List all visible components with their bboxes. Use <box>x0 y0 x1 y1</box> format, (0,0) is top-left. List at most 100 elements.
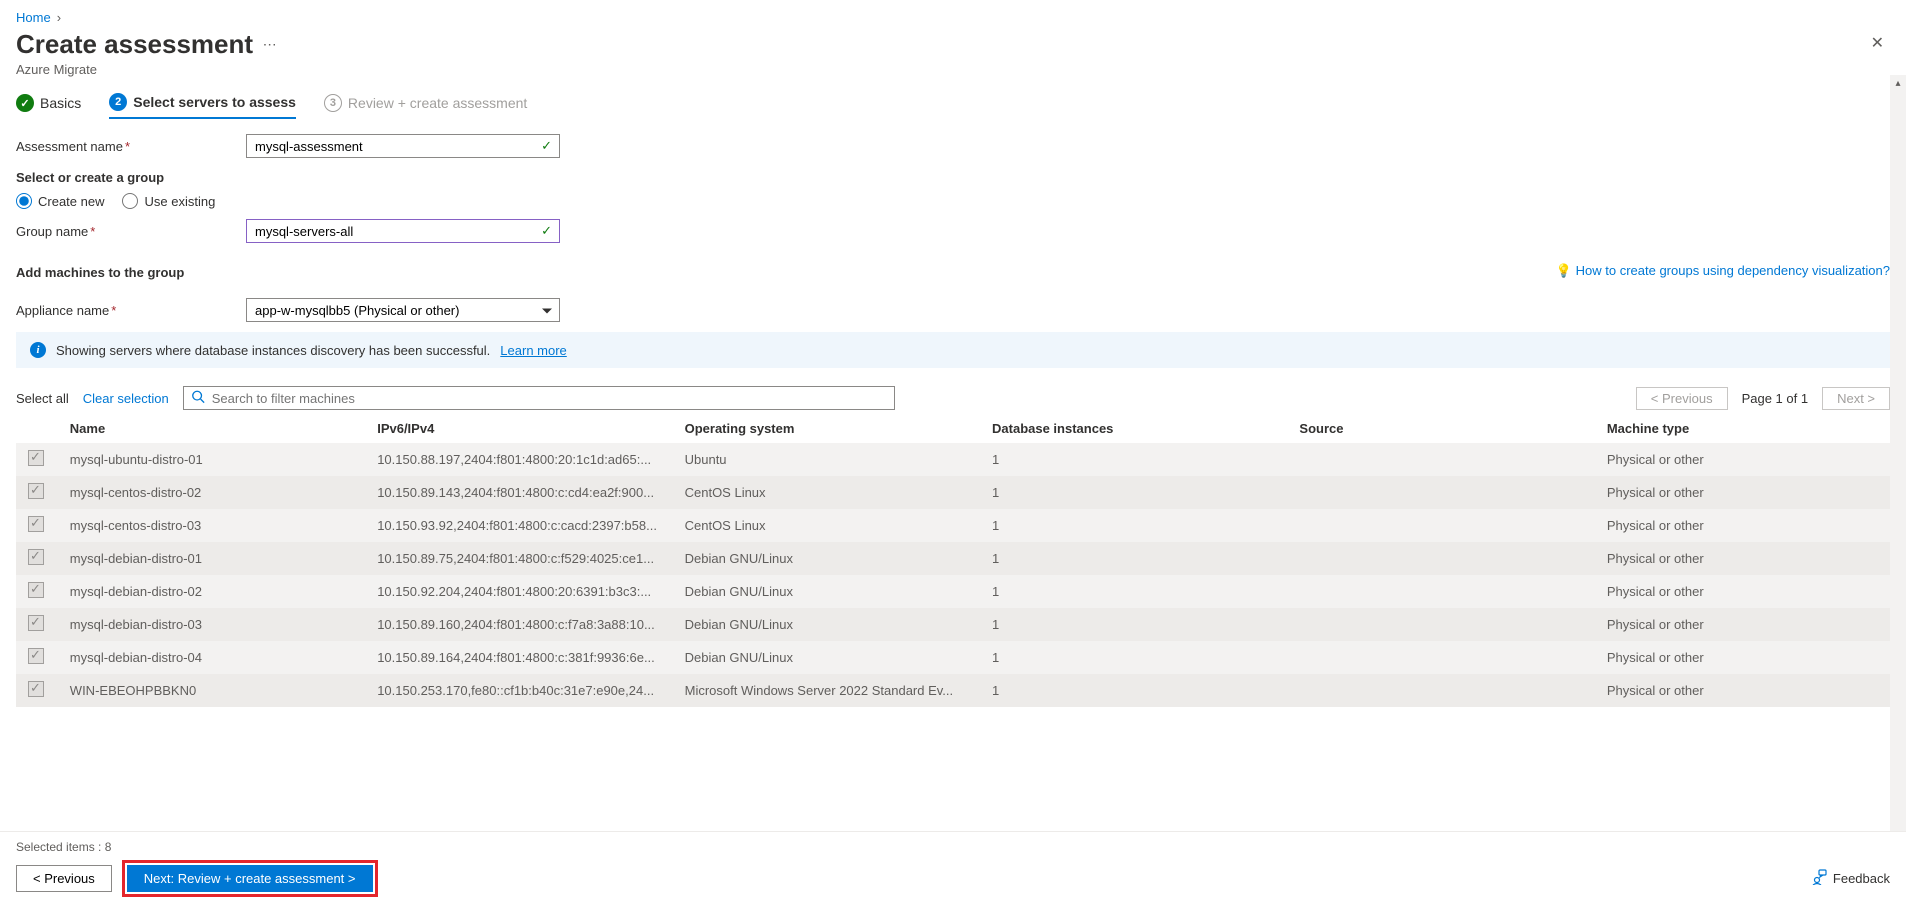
cell-source <box>1287 674 1594 707</box>
cell-name: WIN-EBEOHPBBKN0 <box>58 674 365 707</box>
table-row[interactable]: mysql-debian-distro-02 10.150.92.204,240… <box>16 575 1890 608</box>
step-label: Review + create assessment <box>348 95 527 111</box>
cell-db: 1 <box>980 509 1287 542</box>
cell-source <box>1287 575 1594 608</box>
selected-count: Selected items : 8 <box>16 840 1890 854</box>
check-icon: ✓ <box>541 138 552 154</box>
cell-ip: 10.150.93.92,2404:f801:4800:c:cacd:2397:… <box>365 509 672 542</box>
check-icon: ✓ <box>541 223 552 239</box>
cell-os: Debian GNU/Linux <box>673 608 980 641</box>
scrollbar[interactable]: ▴ ▾ <box>1890 75 1906 905</box>
cell-source <box>1287 476 1594 509</box>
cell-source <box>1287 608 1594 641</box>
learn-more-link[interactable]: Learn more <box>500 343 566 358</box>
feedback-button[interactable]: Feedback <box>1811 869 1890 888</box>
col-source[interactable]: Source <box>1287 414 1594 443</box>
search-input[interactable] <box>183 386 896 410</box>
previous-button[interactable]: < Previous <box>16 865 112 892</box>
step-number: 3 <box>324 94 342 112</box>
row-checkbox[interactable] <box>28 582 44 598</box>
step-review[interactable]: 3 Review + create assessment <box>324 94 527 118</box>
cell-os: Microsoft Windows Server 2022 Standard E… <box>673 674 980 707</box>
cell-db: 1 <box>980 575 1287 608</box>
cell-source <box>1287 443 1594 476</box>
page-info: Page 1 of 1 <box>1742 391 1809 406</box>
cell-type: Physical or other <box>1595 641 1890 674</box>
col-db[interactable]: Database instances <box>980 414 1287 443</box>
row-checkbox[interactable] <box>28 648 44 664</box>
clear-selection-link[interactable]: Clear selection <box>83 391 169 406</box>
table-row[interactable]: mysql-centos-distro-03 10.150.93.92,2404… <box>16 509 1890 542</box>
row-checkbox[interactable] <box>28 516 44 532</box>
info-icon: i <box>30 342 46 358</box>
check-icon: ✓ <box>16 94 34 112</box>
cell-name: mysql-centos-distro-02 <box>58 476 365 509</box>
row-checkbox[interactable] <box>28 615 44 631</box>
group-section-heading: Select or create a group <box>16 170 1890 185</box>
row-checkbox[interactable] <box>28 450 44 466</box>
group-name-input[interactable] <box>246 219 560 243</box>
next-review-button[interactable]: Next: Review + create assessment > <box>127 865 373 892</box>
table-prev-button[interactable]: < Previous <box>1636 387 1728 410</box>
appliance-select[interactable]: app-w-mysqlbb5 (Physical or other) <box>246 298 560 322</box>
cell-name: mysql-debian-distro-02 <box>58 575 365 608</box>
scroll-up-icon[interactable]: ▴ <box>1890 75 1906 91</box>
table-row[interactable]: mysql-debian-distro-01 10.150.89.75,2404… <box>16 542 1890 575</box>
table-row[interactable]: mysql-ubuntu-distro-01 10.150.88.197,240… <box>16 443 1890 476</box>
table-row[interactable]: mysql-centos-distro-02 10.150.89.143,240… <box>16 476 1890 509</box>
col-type[interactable]: Machine type <box>1595 414 1890 443</box>
cell-db: 1 <box>980 476 1287 509</box>
step-basics[interactable]: ✓ Basics <box>16 94 81 118</box>
cell-type: Physical or other <box>1595 608 1890 641</box>
cell-os: Ubuntu <box>673 443 980 476</box>
dependency-viz-link[interactable]: How to create groups using dependency vi… <box>1576 263 1890 278</box>
step-label: Basics <box>40 95 81 111</box>
cell-name: mysql-debian-distro-03 <box>58 608 365 641</box>
table-row[interactable]: mysql-debian-distro-04 10.150.89.164,240… <box>16 641 1890 674</box>
cell-type: Physical or other <box>1595 509 1890 542</box>
close-icon[interactable]: ✕ <box>1865 29 1890 57</box>
cell-ip: 10.150.88.197,2404:f801:4800:20:1c1d:ad6… <box>365 443 672 476</box>
cell-ip: 10.150.89.164,2404:f801:4800:c:381f:9936… <box>365 641 672 674</box>
row-checkbox[interactable] <box>28 549 44 565</box>
col-ip[interactable]: IPv6/IPv4 <box>365 414 672 443</box>
breadcrumb: Home› <box>0 0 1906 29</box>
row-checkbox[interactable] <box>28 483 44 499</box>
col-os[interactable]: Operating system <box>673 414 980 443</box>
feedback-label: Feedback <box>1833 871 1890 886</box>
radio-use-existing[interactable]: Use existing <box>122 193 215 209</box>
cell-ip: 10.150.253.170,fe80::cf1b:b40c:31e7:e90e… <box>365 674 672 707</box>
cell-db: 1 <box>980 641 1287 674</box>
cell-os: Debian GNU/Linux <box>673 641 980 674</box>
table-next-button[interactable]: Next > <box>1822 387 1890 410</box>
table-row[interactable]: mysql-debian-distro-03 10.150.89.160,240… <box>16 608 1890 641</box>
cell-name: mysql-centos-distro-03 <box>58 509 365 542</box>
select-all-link[interactable]: Select all <box>16 391 69 406</box>
more-icon[interactable]: ⋯ <box>263 36 277 52</box>
col-name[interactable]: Name <box>58 414 365 443</box>
radio-label: Use existing <box>144 194 215 209</box>
radio-create-input[interactable] <box>16 193 32 209</box>
radio-create-new[interactable]: Create new <box>16 193 104 209</box>
search-icon <box>191 390 205 407</box>
step-select-servers[interactable]: 2 Select servers to assess <box>109 93 296 119</box>
machines-section-heading: Add machines to the group <box>16 265 184 280</box>
cell-ip: 10.150.89.75,2404:f801:4800:c:f529:4025:… <box>365 542 672 575</box>
wizard-footer: Selected items : 8 < Previous Next: Revi… <box>0 831 1906 905</box>
page-title-block: Create assessment ⋯ Azure Migrate <box>16 29 277 77</box>
group-name-label: Group name* <box>16 224 246 239</box>
breadcrumb-home[interactable]: Home <box>16 10 51 25</box>
table-row[interactable]: WIN-EBEOHPBBKN0 10.150.253.170,fe80::cf1… <box>16 674 1890 707</box>
page-title: Create assessment <box>16 29 253 60</box>
step-label: Select servers to assess <box>133 94 296 110</box>
cell-type: Physical or other <box>1595 476 1890 509</box>
cell-name: mysql-debian-distro-01 <box>58 542 365 575</box>
cell-source <box>1287 641 1594 674</box>
cell-os: Debian GNU/Linux <box>673 575 980 608</box>
assessment-name-input[interactable] <box>246 134 560 158</box>
radio-existing-input[interactable] <box>122 193 138 209</box>
cell-type: Physical or other <box>1595 575 1890 608</box>
cell-os: CentOS Linux <box>673 476 980 509</box>
cell-name: mysql-ubuntu-distro-01 <box>58 443 365 476</box>
row-checkbox[interactable] <box>28 681 44 697</box>
